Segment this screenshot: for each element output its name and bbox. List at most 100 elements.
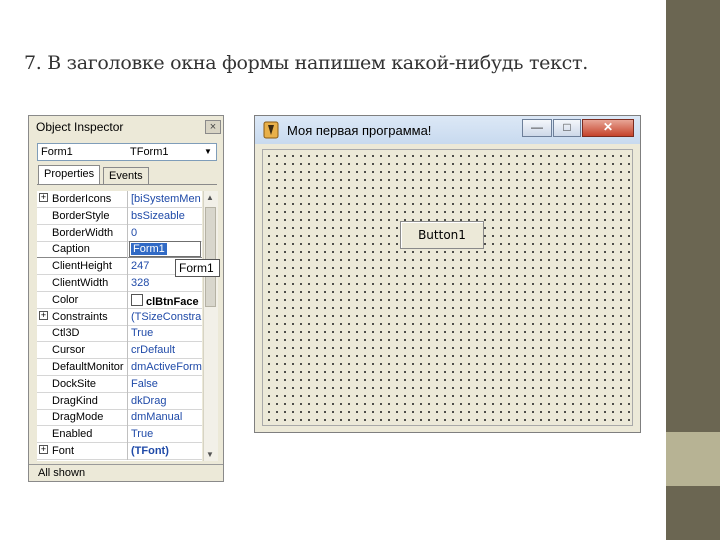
property-value: (TFont) <box>131 445 169 457</box>
column-divider <box>127 275 128 292</box>
expand-icon[interactable]: + <box>39 193 48 202</box>
column-divider <box>127 308 128 326</box>
property-value: [biSystemMen <box>131 193 201 205</box>
property-value-cell[interactable]: True <box>131 327 202 339</box>
column-divider <box>127 392 128 410</box>
property-value: dmManual <box>131 411 183 424</box>
status-text: All shown <box>38 467 86 479</box>
component-name: Form1 <box>41 146 73 158</box>
property-row-ctl3d[interactable]: Ctl3D True <box>37 325 202 343</box>
property-name: ClientWidth <box>52 277 109 289</box>
property-value: crDefault <box>131 344 176 357</box>
property-row-font[interactable]: + Font (TFont) <box>37 443 202 460</box>
caption-value-input[interactable]: Form1 <box>129 241 201 258</box>
property-row-borderstyle[interactable]: BorderStyle bsSizeable <box>37 207 202 225</box>
property-name: Color <box>52 293 79 306</box>
property-row-constraints[interactable]: + Constraints (TSizeConstra <box>37 308 202 326</box>
property-name: DragMode <box>52 411 104 424</box>
expand-icon[interactable]: + <box>39 310 48 320</box>
decor-stripe-light <box>666 432 720 486</box>
column-divider <box>127 241 128 259</box>
maximize-button[interactable]: □ <box>553 119 581 137</box>
property-row-dragkind[interactable]: DragKind dkDrag <box>37 392 202 410</box>
property-grid: + BorderIcons [biSystemMen BorderStyle bsSiz… <box>37 191 202 461</box>
decor-stripe-dark <box>666 0 720 432</box>
close-icon[interactable]: × <box>205 120 221 134</box>
form-design-surface[interactable] <box>262 149 633 426</box>
property-row-caption[interactable]: Caption Form1 <box>37 241 202 259</box>
column-divider <box>127 191 128 208</box>
property-value-cell[interactable]: 328 <box>131 277 202 289</box>
property-value-cell[interactable]: False <box>131 378 202 390</box>
property-name: Constraints <box>52 310 108 323</box>
column-divider <box>127 291 128 309</box>
property-value-cell[interactable]: (TSizeConstra <box>131 311 202 323</box>
close-button[interactable]: ✕ <box>582 119 634 137</box>
scroll-up-icon[interactable]: ▲ <box>206 193 214 202</box>
property-value-cell[interactable]: dmManual <box>131 411 202 423</box>
column-divider <box>127 409 128 427</box>
status-bar: All shown <box>29 464 223 481</box>
property-value: dkDrag <box>131 394 167 407</box>
property-name: BorderIcons <box>52 193 112 205</box>
delphi-app-icon <box>263 121 279 139</box>
column-divider <box>127 224 128 242</box>
property-row-cursor[interactable]: Cursor crDefault <box>37 342 202 360</box>
column-divider <box>127 375 128 393</box>
object-inspector-title: Object Inspector <box>36 120 124 134</box>
property-name: DefaultMonitor <box>52 361 124 373</box>
property-name: Cursor <box>52 344 86 357</box>
property-value-cell[interactable]: True <box>131 428 202 440</box>
property-value: (TSizeConstra <box>131 310 202 323</box>
property-value: bsSizeable <box>131 209 185 222</box>
tab-properties[interactable]: Properties <box>38 165 101 185</box>
property-value-cell[interactable]: bsSizeable <box>131 210 202 222</box>
column-divider <box>127 359 128 376</box>
property-value-cell[interactable]: dkDrag <box>131 395 202 407</box>
property-name: BorderStyle <box>52 209 110 222</box>
property-name: Caption <box>52 243 90 256</box>
property-scrollbar[interactable]: ▲ ▼ <box>203 191 218 461</box>
property-name: DockSite <box>52 377 97 390</box>
form-titlebar[interactable]: Моя первая программа! — □ ✕ <box>255 116 640 144</box>
chevron-down-icon[interactable]: ▼ <box>201 145 215 159</box>
form-window: Моя первая программа! — □ ✕ <box>254 115 641 433</box>
property-name: Enabled <box>52 428 93 441</box>
property-value: Form1 <box>131 243 167 256</box>
column-divider <box>127 207 128 225</box>
tab-events[interactable]: Events <box>103 167 149 185</box>
column-divider <box>127 325 128 343</box>
property-row-dragmode[interactable]: DragMode dmManual <box>37 409 202 427</box>
property-row-color[interactable]: Color clBtnFace <box>37 291 202 309</box>
component-selector[interactable]: Form1 TForm1 ▼ <box>37 143 217 161</box>
property-value-cell[interactable]: [biSystemMen <box>131 193 202 205</box>
tab-divider <box>37 184 217 185</box>
property-value-cell[interactable]: clBtnFace <box>131 293 202 308</box>
minimize-button[interactable]: — <box>522 119 552 137</box>
property-value-cell[interactable]: 0 <box>131 227 202 239</box>
property-name: ClientHeight <box>52 260 112 273</box>
property-value: True <box>131 428 154 441</box>
scrollbar-thumb[interactable] <box>205 207 216 307</box>
property-name: Font <box>52 445 75 457</box>
caption-tooltip: Form1 <box>175 259 220 277</box>
color-swatch-icon <box>131 293 143 306</box>
expand-icon[interactable]: + <box>39 445 48 454</box>
column-divider <box>127 426 128 444</box>
property-value: 247 <box>131 260 150 273</box>
property-row-defaultmonitor[interactable]: DefaultMonitor dmActiveForm <box>37 359 202 376</box>
column-divider <box>127 342 128 360</box>
property-row-bordericons[interactable]: + BorderIcons [biSystemMen <box>37 191 202 208</box>
property-row-borderwidth[interactable]: BorderWidth 0 <box>37 224 202 242</box>
slide-title: 7. В заголовке окна формы напишем какой-… <box>24 52 588 74</box>
property-value-cell[interactable]: (TFont) <box>131 445 202 457</box>
property-row-enabled[interactable]: Enabled True <box>37 426 202 444</box>
property-row-docksite[interactable]: DockSite False <box>37 375 202 393</box>
scroll-down-icon[interactable]: ▼ <box>206 450 214 459</box>
object-inspector-window: Object Inspector × Form1 TForm1 ▼ Proper… <box>28 115 224 482</box>
property-row-clientwidth[interactable]: ClientWidth 328 <box>37 275 202 292</box>
property-name: DragKind <box>52 394 98 407</box>
button1[interactable]: Button1 <box>400 221 484 249</box>
property-value-cell[interactable]: crDefault <box>131 344 202 356</box>
property-value-cell[interactable]: dmActiveForm <box>131 361 202 373</box>
